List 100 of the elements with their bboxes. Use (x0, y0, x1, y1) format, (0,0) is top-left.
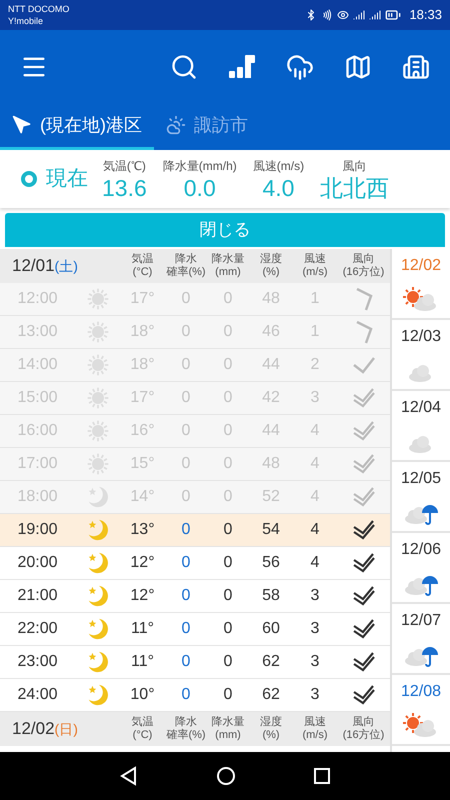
eye-icon (337, 9, 350, 21)
metric-value: 北北西 (320, 175, 390, 201)
sun-cloud-icon (403, 286, 439, 314)
time-cell-text: 21:00 (16, 586, 59, 606)
precipitation-chance-cell-text: 0 (180, 586, 192, 606)
column-header: 風向 (16方位) (342, 253, 386, 279)
column-header: 湿度 (%) (259, 253, 283, 279)
clock: 18:33 (409, 6, 442, 24)
forecast-row[interactable]: 19:00 13° 0 0 54 4 (0, 514, 390, 547)
column-header: 風速 (m/s) (301, 716, 329, 742)
precipitation-chance-cell-text: 0 (180, 619, 192, 639)
precipitation-cell-text: 0 (222, 520, 234, 540)
sun-icon (86, 452, 110, 476)
day-date: 12/07 (400, 610, 442, 630)
building-button[interactable] (402, 52, 430, 80)
sun-icon (86, 419, 110, 443)
precipitation-cell-text: 0 (222, 685, 234, 705)
precipitation-cell-text: 0 (222, 652, 234, 672)
wind-direction-icon (352, 519, 376, 541)
temperature-cell-text: 12° (129, 553, 156, 573)
humidity-cell-text: 60 (261, 619, 281, 639)
metric-label: 風速(m/s) (252, 158, 304, 175)
wind-speed-cell-text: 3 (310, 586, 320, 606)
time-cell-text: 23:00 (16, 652, 59, 672)
humidity-cell-text: 62 (261, 685, 281, 705)
precipitation-chance-cell-text: 0 (180, 553, 192, 573)
column-header: 風速 (m/s) (301, 253, 329, 279)
temperature-cell-text: 13° (129, 520, 156, 540)
temperature-cell-text: 11° (130, 652, 155, 672)
sun-icon (86, 386, 110, 410)
metric-label: 風向 (342, 158, 367, 175)
steps-chart-button[interactable] (228, 54, 256, 80)
metric-value: 4.0 (262, 175, 294, 201)
sun-icon (86, 287, 110, 311)
column-header: 気温 (°C) (130, 253, 154, 279)
day-tile[interactable]: 12/04 (392, 391, 450, 462)
location-arrow-icon (12, 115, 32, 135)
temperature-cell-text: 11° (130, 619, 155, 639)
day-tile[interactable]: 12/08 (392, 675, 450, 746)
humidity-cell-text: 58 (261, 586, 281, 606)
day-date: 12/05 (400, 468, 442, 488)
sun-cloud-icon (166, 115, 186, 135)
precipitation-cell-text: 0 (222, 586, 234, 606)
day-date: 12/03 (400, 326, 442, 346)
precipitation-cell-text: 0 (222, 553, 234, 573)
wind-direction-icon (352, 618, 376, 640)
column-header: 降水 確率(%) (165, 716, 207, 742)
search-button[interactable] (170, 52, 198, 80)
day-tile[interactable]: 12/06 (392, 533, 450, 604)
humidity-cell-text: 54 (261, 520, 281, 540)
day-date: 12/04 (400, 398, 442, 418)
carrier-name: NTT DOCOMO (8, 3, 70, 15)
carrier-name: Y!mobile (8, 15, 44, 27)
sun-icon (86, 353, 110, 377)
temperature-cell-text: 12° (129, 586, 156, 606)
signal-icon (353, 9, 366, 21)
back-button[interactable] (118, 766, 139, 786)
wind-direction-icon (352, 355, 376, 375)
column-header: 湿度 (%) (259, 716, 283, 742)
metric-value: 0.0 (184, 175, 216, 201)
column-header: 気温 (°C) (130, 716, 154, 742)
location-tab[interactable]: (現在地)港区 (0, 103, 154, 150)
ring-icon (20, 170, 38, 188)
day-date: 12/08 (400, 682, 442, 702)
home-button[interactable] (216, 766, 236, 786)
wind-speed-cell-text: 4 (310, 520, 320, 540)
wind-direction-icon (352, 651, 376, 673)
current-label: 現在 (46, 166, 89, 192)
recents-button[interactable] (313, 767, 332, 785)
date-heading: 12/01(土) (11, 255, 79, 278)
temperature-cell-text: 10° (129, 685, 156, 705)
wind-direction-icon (352, 552, 376, 574)
metric-value: 13.6 (102, 175, 147, 201)
time-cell-text: 19:00 (16, 520, 59, 540)
humidity-cell-text: 56 (261, 553, 281, 573)
precipitation-chance-cell-text: 0 (180, 685, 192, 705)
sun-cloud-icon (403, 712, 439, 740)
humidity-cell-text: 62 (261, 652, 281, 672)
wind-direction-icon (352, 585, 376, 607)
precipitation-chance-cell-text: 0 (180, 520, 192, 540)
sun-icon (86, 320, 110, 344)
rain-cloud-button[interactable] (286, 52, 314, 80)
day-date: 12/02 (400, 256, 442, 276)
column-header: 降水量 (mm) (210, 716, 246, 742)
wind-speed-cell-text: 3 (310, 652, 320, 672)
column-header: 降水 確率(%) (165, 253, 207, 279)
wind-direction-icon (352, 486, 376, 508)
day-tile[interactable]: 12/05 (392, 462, 450, 533)
wind-direction-icon (352, 453, 376, 475)
signal-icon (369, 9, 382, 21)
map-button[interactable] (344, 52, 372, 80)
time-cell-text: 20:00 (16, 553, 59, 573)
column-header: 降水量 (mm) (210, 253, 246, 279)
date-heading: 12/02(日) (11, 718, 79, 740)
day-tile[interactable]: 12/07 (392, 604, 450, 675)
precipitation-chance-cell-text: 0 (180, 652, 192, 672)
day-tile[interactable]: 12/03 (392, 320, 450, 391)
metric-label: 降水量(mm/h) (162, 158, 237, 175)
wind-direction-icon (352, 387, 376, 409)
wind-direction-icon (352, 420, 376, 442)
